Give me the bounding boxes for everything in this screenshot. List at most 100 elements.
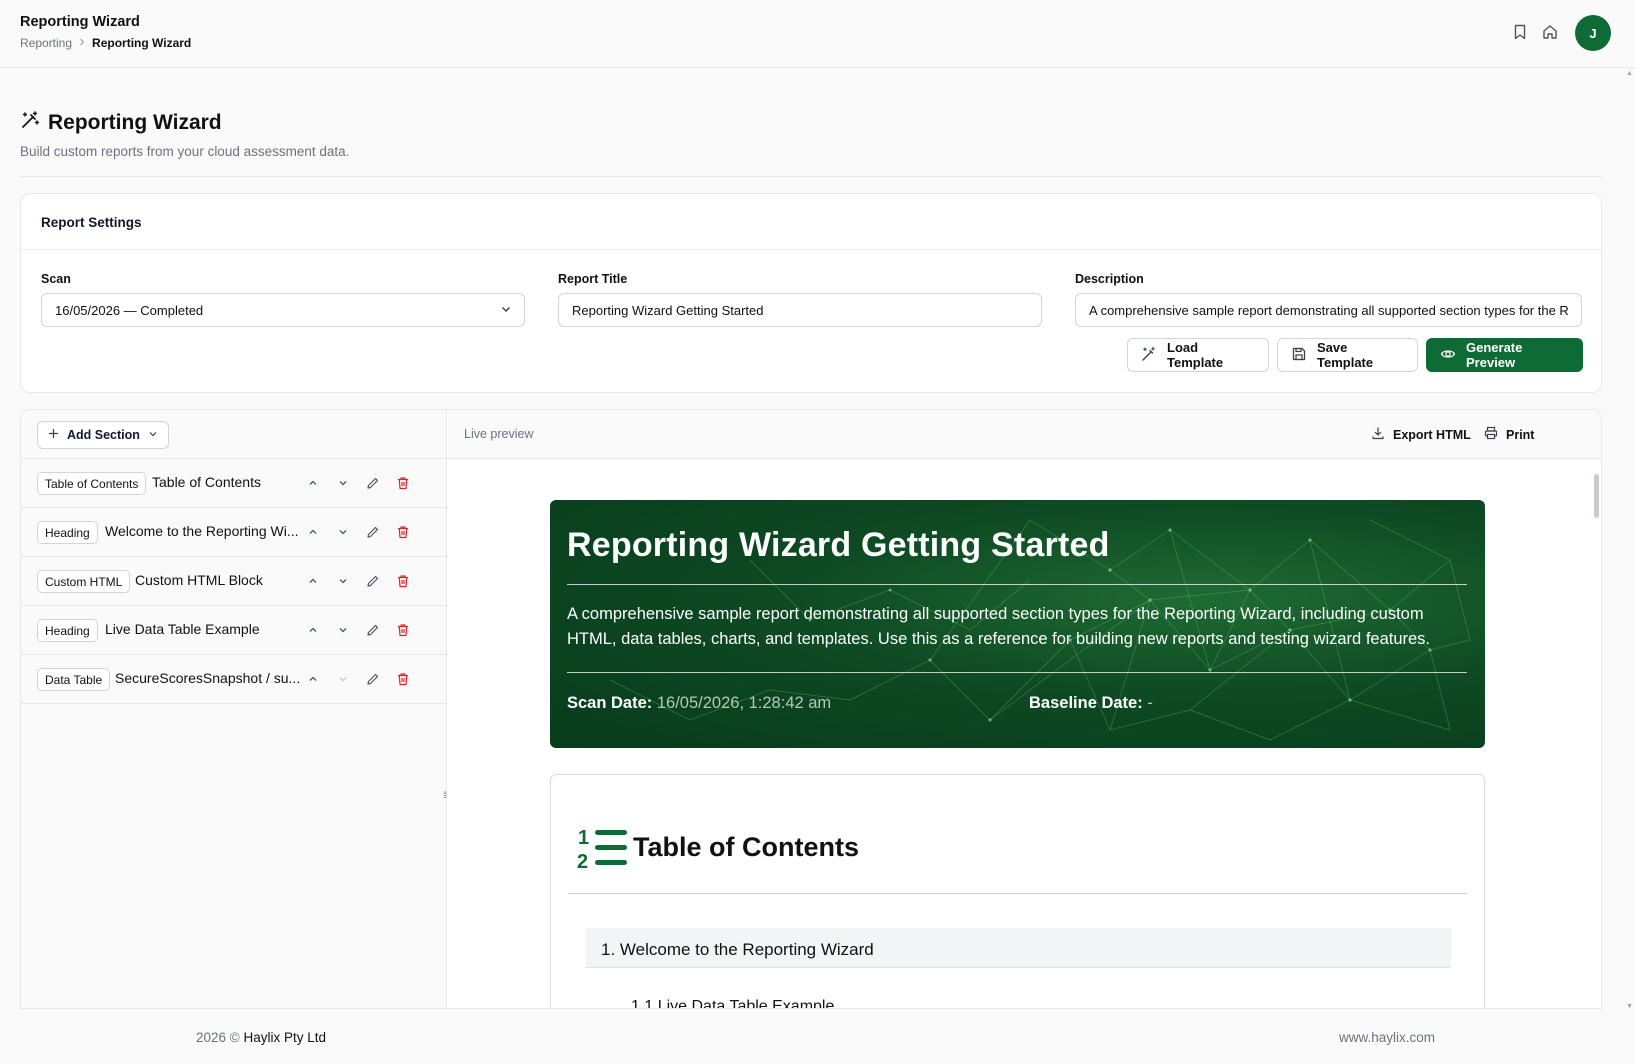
load-template-label: Load Template [1167, 340, 1224, 370]
magic-wand-icon [20, 110, 40, 136]
report-title-input[interactable]: Reporting Wizard Getting Started [558, 293, 1042, 327]
trash-icon[interactable] [394, 572, 412, 590]
print-label: Print [1506, 427, 1535, 442]
page-header: Reporting Wizard Build custom reports fr… [20, 110, 349, 159]
svg-text:1: 1 [578, 827, 589, 849]
chevron-right-icon [78, 37, 86, 49]
section-name: SecureScoresSnapshot / su... [115, 670, 301, 686]
export-html-label: Export HTML [1393, 427, 1471, 442]
top-bar: Reporting Wizard Reporting Reporting Wiz… [0, 0, 1635, 68]
resize-handle[interactable]: ⁞⁞ [443, 790, 447, 800]
export-html-button[interactable]: Export HTML [1371, 426, 1471, 443]
chevron-up-icon[interactable] [304, 572, 322, 590]
report-settings-card: Report Settings Scan 16/05/2026 — Comple… [20, 193, 1602, 393]
divider [567, 672, 1467, 673]
trash-icon[interactable] [394, 621, 412, 639]
section-name: Live Data Table Example [105, 621, 260, 637]
chevron-up-icon[interactable] [304, 670, 322, 688]
trash-icon[interactable] [394, 523, 412, 541]
toc-subitem[interactable]: 1.1 Live Data Table Example [631, 998, 834, 1008]
scan-select-value: 16/05/2026 — Completed [55, 302, 204, 318]
section-row[interactable]: Data Table SecureScoresSnapshot / su... [21, 655, 446, 704]
footer: 2026 © Haylix Pty Ltd www.haylix.com [0, 1009, 1635, 1064]
section-type-badge: Data Table [37, 668, 111, 691]
scan-label: Scan [41, 272, 71, 286]
scan-select[interactable]: 16/05/2026 — Completed [41, 293, 525, 327]
breadcrumb-reporting[interactable]: Reporting [20, 36, 72, 50]
page-scrollbar[interactable]: ▲ ▼ [1624, 70, 1634, 1010]
scan-date-label: Scan Date: [567, 694, 653, 712]
scrollbar-thumb[interactable] [1594, 474, 1599, 518]
baseline-date-label: Baseline Date: [1029, 694, 1143, 712]
eye-icon [1440, 346, 1456, 365]
chevron-down-icon[interactable] [334, 474, 352, 492]
generate-preview-button[interactable]: Generate Preview [1426, 338, 1583, 372]
report-builder: Add Section Table of Contents Table of C… [20, 409, 1602, 1009]
bookmark-icon[interactable] [1510, 22, 1530, 42]
breadcrumb: Reporting Reporting Wizard [20, 36, 191, 50]
chevron-down-icon [500, 303, 512, 318]
footer-year: 2026 © [196, 1030, 240, 1045]
printer-icon [1484, 426, 1498, 443]
pencil-icon[interactable] [364, 474, 382, 492]
save-template-button[interactable]: Save Template [1277, 338, 1418, 372]
load-template-button[interactable]: Load Template [1127, 338, 1269, 372]
section-type-badge: Heading [37, 619, 98, 642]
divider [567, 584, 1467, 585]
preview-panel: Live preview Export HTML Print Reporting… [448, 410, 1601, 1008]
chevron-up-icon[interactable] [304, 621, 322, 639]
scroll-up-icon[interactable]: ▲ [1626, 70, 1633, 77]
report-title-label: Report Title [558, 272, 628, 286]
trash-icon[interactable] [394, 670, 412, 688]
chevron-up-icon[interactable] [304, 523, 322, 541]
scan-date-value: 16/05/2026, 1:28:42 am [656, 694, 832, 712]
save-template-label: Save Template [1317, 340, 1374, 370]
numbered-list-icon: 1 2 [577, 825, 629, 874]
section-row[interactable]: Custom HTML Custom HTML Block [21, 557, 446, 606]
chevron-down-icon[interactable] [334, 523, 352, 541]
description-input[interactable]: A comprehensive sample report demonstrat… [1075, 293, 1582, 327]
breadcrumb-current: Reporting Wizard [92, 36, 192, 50]
section-name: Table of Contents [152, 474, 261, 490]
home-icon[interactable] [1540, 22, 1560, 42]
report-preview[interactable]: Reporting Wizard Getting Started A compr… [448, 459, 1601, 1008]
section-row[interactable]: Table of Contents Table of Contents [21, 459, 446, 508]
page-title: Reporting Wizard [48, 111, 222, 134]
sections-panel: Add Section Table of Contents Table of C… [21, 410, 447, 1008]
section-row[interactable]: Heading Live Data Table Example [21, 606, 446, 655]
section-type-badge: Custom HTML [37, 570, 131, 593]
pencil-icon[interactable] [364, 621, 382, 639]
section-type-badge: Table of Contents [37, 472, 147, 495]
avatar[interactable]: J [1575, 15, 1611, 51]
preview-scrollbar[interactable] [1591, 459, 1601, 1008]
divider [20, 176, 1602, 177]
report-hero-banner: Reporting Wizard Getting Started A compr… [550, 500, 1485, 748]
print-button[interactable]: Print [1484, 426, 1534, 443]
app-title: Reporting Wizard [20, 14, 140, 30]
trash-icon[interactable] [394, 474, 412, 492]
report-title: Reporting Wizard Getting Started [567, 526, 1110, 564]
download-icon [1371, 426, 1385, 443]
toc-title: Table of Contents [633, 832, 859, 862]
pencil-icon[interactable] [364, 670, 382, 688]
section-name: Custom HTML Block [135, 572, 263, 588]
chevron-down-icon[interactable] [334, 572, 352, 590]
scan-date: Scan Date: 16/05/2026, 1:28:42 am [567, 694, 831, 713]
chevron-down-icon[interactable] [334, 621, 352, 639]
footer-website-link[interactable]: www.haylix.com [1339, 1030, 1435, 1045]
report-description: A comprehensive sample report demonstrat… [567, 605, 1431, 648]
save-icon [1291, 346, 1307, 365]
plus-icon [48, 428, 59, 442]
pencil-icon[interactable] [364, 572, 382, 590]
divider [568, 893, 1468, 894]
chevron-down-icon [148, 428, 158, 442]
chevron-down-icon[interactable] [334, 670, 352, 688]
generate-preview-label: Generate Preview [1466, 340, 1523, 370]
add-section-button[interactable]: Add Section [37, 421, 169, 449]
chevron-up-icon[interactable] [304, 474, 322, 492]
pencil-icon[interactable] [364, 523, 382, 541]
toc-item[interactable]: 1. Welcome to the Reporting Wizard [586, 928, 1451, 968]
svg-text:2: 2 [577, 851, 588, 871]
section-row[interactable]: Heading Welcome to the Reporting Wi... [21, 508, 446, 557]
magic-wand-icon [1141, 346, 1157, 365]
